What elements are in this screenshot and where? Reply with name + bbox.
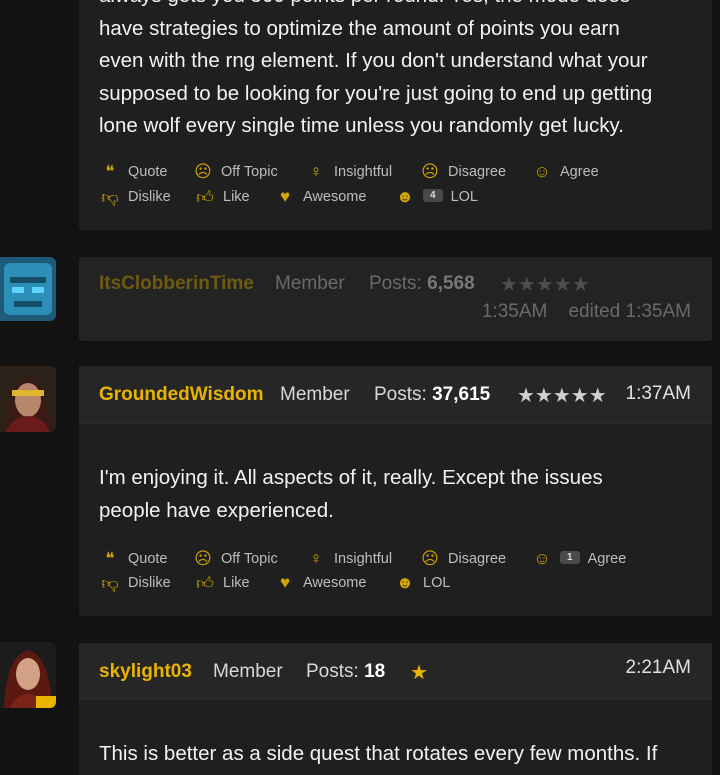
post-timestamp[interactable]: 1:35AM edited 1:35AM (482, 301, 691, 323)
agree-reaction[interactable]: ☺ 1 Agree (531, 548, 626, 570)
post-comment: always gets you 500 points per round. Ye… (79, 0, 712, 230)
disagree-reaction[interactable]: ☹ Disagree (419, 161, 506, 183)
username-link[interactable]: GroundedWisdom (99, 384, 264, 406)
post-timestamp[interactable]: 2:21AM (626, 657, 691, 679)
quote-reaction[interactable]: ❝ Quote (99, 548, 167, 570)
lightbulb-icon: ♀ (309, 162, 323, 181)
post-count: Posts: 6,568 (369, 273, 475, 294)
thumbs-down-icon: 👎︎ (101, 573, 119, 593)
dislike-reaction[interactable]: 👎︎ Dislike (99, 186, 170, 208)
post-header: skylight03 Member Posts: 18 ★ 2:21AM (79, 643, 712, 700)
post-text-line: I'm enjoying it. All aspects of it, real… (99, 466, 603, 489)
lightbulb-icon: ♀ (309, 549, 323, 568)
off-topic-reaction[interactable]: ☹ Off Topic (192, 161, 278, 183)
sad-face-icon: ☹ (421, 162, 439, 181)
post-body: always gets you 500 points per round. Ye… (99, 0, 688, 143)
post-comment: ItsClobberinTime Member Posts: 6,568 ★★★… (79, 257, 712, 341)
avatar[interactable] (0, 366, 56, 432)
quote-icon: ❝ (105, 549, 115, 568)
user-avatar-image (0, 257, 56, 321)
user-role: Member (213, 661, 283, 682)
rank-stars: ★★★★★ (500, 274, 590, 296)
post-count: Posts: 18 (306, 661, 386, 682)
agree-reaction[interactable]: ☺ Agree (531, 161, 598, 183)
post-text-line: always gets you 500 points per round. Ye… (99, 0, 688, 13)
post-body: I'm enjoying it. All aspects of it, real… (99, 462, 688, 527)
reaction-count: 1 (560, 550, 580, 564)
post-timestamp[interactable]: 1:37AM (626, 383, 691, 405)
post-text-line: lone wolf every single time unless you r… (99, 114, 624, 137)
post-text-line: have strategies to optimize the amount o… (99, 16, 620, 40)
laughing-face-icon: ☻ (396, 573, 414, 592)
heart-icon: ♥ (279, 573, 291, 592)
avatar[interactable] (0, 642, 56, 708)
user-avatar-image (0, 642, 56, 708)
user-avatar-image (0, 366, 56, 432)
quote-reaction[interactable]: ❝ Quote (99, 161, 167, 183)
laughing-face-icon: ☻ (396, 187, 414, 206)
post-text-line: This is better as a side quest that rota… (99, 742, 658, 765)
awesome-reaction[interactable]: ♥ Awesome (274, 186, 366, 208)
lol-reaction[interactable]: ☻ LOL (394, 572, 450, 594)
disagree-reaction[interactable]: ☹ Disagree (419, 548, 506, 570)
thumbs-down-icon: 👎︎ (101, 187, 119, 207)
heart-icon: ♥ (279, 187, 291, 206)
thumbs-up-icon: 👍︎ (196, 187, 214, 207)
post-text-line: people have experienced. (99, 498, 334, 522)
post-comment: GroundedWisdom Member Posts: 37,615 ★★★★… (79, 366, 712, 616)
insightful-reaction[interactable]: ♀ Insightful (305, 161, 392, 183)
edited-timestamp: edited 1:35AM (568, 301, 691, 322)
user-role: Member (275, 273, 345, 294)
dislike-reaction[interactable]: 👎︎ Dislike (99, 572, 170, 594)
post-text-line: supposed to be looking for you're just g… (99, 81, 653, 105)
neutral-face-icon: ☹ (194, 162, 212, 181)
username-link[interactable]: skylight03 (99, 661, 192, 683)
thumbs-up-icon: 👍︎ (196, 573, 214, 593)
post-body: This is better as a side quest that rota… (99, 738, 688, 771)
smile-face-icon: ☺ (533, 549, 551, 568)
neutral-face-icon: ☹ (194, 549, 212, 568)
post-count: Posts: 37,615 (374, 384, 491, 405)
user-role: Member (280, 384, 350, 405)
post-text-line: even with the rng element. If you don't … (99, 49, 648, 72)
quote-icon: ❝ (105, 162, 115, 181)
forum-thread: always gets you 500 points per round. Ye… (0, 0, 720, 775)
post-header: GroundedWisdom Member Posts: 37,615 ★★★★… (79, 366, 712, 424)
smile-face-icon: ☺ (533, 162, 551, 181)
username-link[interactable]: ItsClobberinTime (99, 273, 254, 295)
post-comment: skylight03 Member Posts: 18 ★ 2:21AM Thi… (79, 643, 712, 775)
lol-reaction[interactable]: ☻ 4 LOL (394, 186, 478, 208)
awesome-reaction[interactable]: ♥ Awesome (274, 572, 366, 594)
insightful-reaction[interactable]: ♀ Insightful (305, 548, 392, 570)
sad-face-icon: ☹ (421, 549, 439, 568)
like-reaction[interactable]: 👍︎ Like (194, 572, 250, 594)
avatar[interactable] (0, 257, 56, 321)
reaction-count: 4 (423, 188, 443, 202)
rank-stars: ★★★★★ (517, 385, 607, 407)
like-reaction[interactable]: 👍︎ Like (194, 186, 250, 208)
off-topic-reaction[interactable]: ☹ Off Topic (192, 548, 278, 570)
rank-stars: ★ (410, 662, 428, 684)
